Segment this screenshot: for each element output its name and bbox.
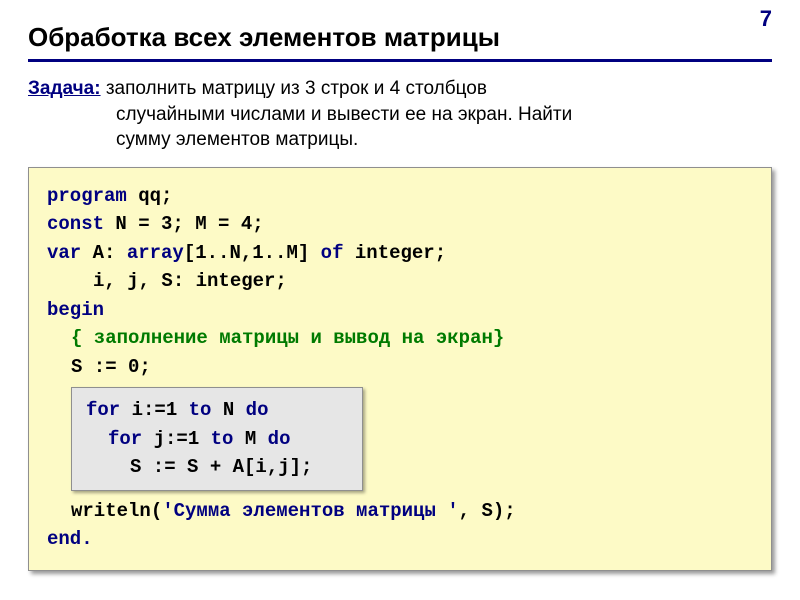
- kw-of: of: [321, 242, 344, 264]
- page-number: 7: [760, 6, 772, 32]
- inner-line-1: for i:=1 to N do: [86, 396, 312, 425]
- code-line-7: S := 0;: [47, 353, 753, 382]
- code-text: N: [211, 399, 245, 421]
- code-block: program qq; const N = 3; M = 4; var A: a…: [28, 167, 772, 571]
- code-text: [1..N,1..M]: [184, 242, 321, 264]
- code-line-5: begin: [47, 296, 753, 325]
- code-text: M: [233, 428, 267, 450]
- slide: 7 Обработка всех элементов матрицы Задач…: [0, 0, 800, 600]
- string-literal: 'Сумма элементов матрицы ': [162, 500, 458, 522]
- kw-array: array: [127, 242, 184, 264]
- code-text: integer;: [343, 242, 446, 264]
- code-line-8: writeln('Сумма элементов матрицы ', S);: [47, 497, 753, 526]
- code-text: A:: [81, 242, 127, 264]
- inner-line-2: for j:=1 to M do: [86, 425, 312, 454]
- kw-program: program: [47, 185, 127, 207]
- kw-for: for: [108, 428, 142, 450]
- kw-const: const: [47, 213, 104, 235]
- slide-title: Обработка всех элементов матрицы: [28, 22, 772, 53]
- task-label: Задача:: [28, 78, 101, 99]
- code-text: N = 3; M = 4;: [104, 213, 264, 235]
- code-text: , S);: [459, 500, 516, 522]
- code-line-2: const N = 3; M = 4;: [47, 210, 753, 239]
- task-line-3: сумму элементов матрицы.: [28, 127, 772, 153]
- code-text: writeln(: [71, 500, 162, 522]
- code-text: i:=1: [120, 399, 188, 421]
- kw-to: to: [211, 428, 234, 450]
- task-line-2: случайными числами и вывести ее на экран…: [28, 102, 772, 128]
- title-rule: [28, 59, 772, 62]
- kw-var: var: [47, 242, 81, 264]
- task-text: Задача: заполнить матрицу из 3 строк и 4…: [28, 76, 772, 153]
- code-text: j:=1: [142, 428, 210, 450]
- code-line-9: end.: [47, 525, 753, 554]
- code-line-3: var A: array[1..N,1..M] of integer;: [47, 239, 753, 268]
- code-comment: { заполнение матрицы и вывод на экран}: [47, 324, 753, 353]
- inner-code-block: for i:=1 to N do for j:=1 to M do S := S…: [71, 387, 363, 491]
- kw-do: do: [246, 399, 269, 421]
- task-line-1: заполнить матрицу из 3 строк и 4 столбцо…: [101, 78, 487, 99]
- inner-line-3: S := S + A[i,j];: [86, 453, 312, 482]
- code-line-1: program qq;: [47, 182, 753, 211]
- code-text: qq;: [127, 185, 173, 207]
- kw-for: for: [86, 399, 120, 421]
- kw-do: do: [268, 428, 291, 450]
- kw-to: to: [189, 399, 212, 421]
- code-line-4: i, j, S: integer;: [47, 267, 753, 296]
